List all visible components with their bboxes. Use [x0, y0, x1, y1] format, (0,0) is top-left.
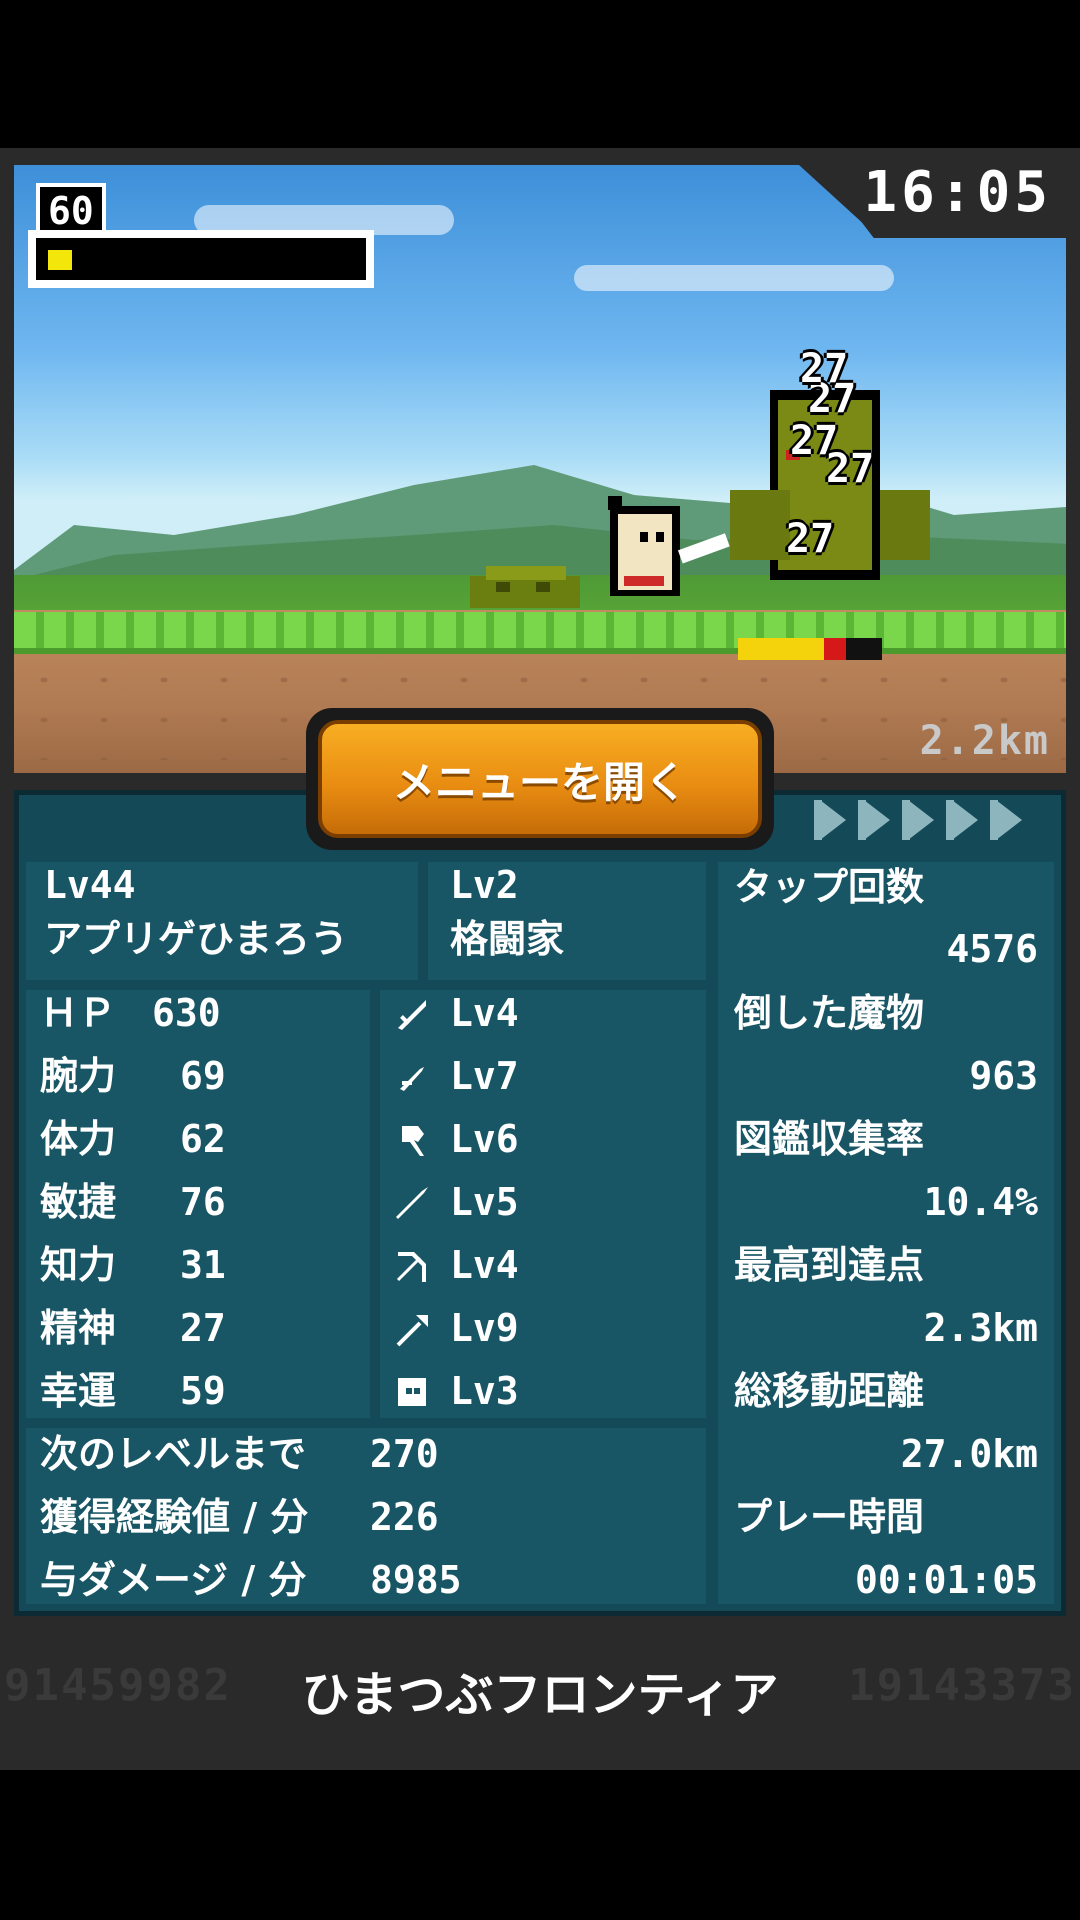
spear-icon: [396, 1187, 428, 1219]
records-cell: [718, 862, 1054, 1604]
stat-label: 敏捷: [40, 1180, 117, 1224]
game-title: ひまつぶフロンティア: [301, 1667, 779, 1723]
stat-label: 腕力: [40, 1054, 117, 1098]
grass-strip: [14, 612, 1066, 654]
record-value: 2.3km: [923, 1306, 1038, 1350]
record-label: タップ回数: [734, 865, 925, 909]
skill-level: Lv9: [450, 1306, 519, 1350]
record-value: 4576: [946, 927, 1038, 971]
progress-label: 獲得経験値 / 分: [40, 1495, 309, 1539]
speed-arrow-icon: [990, 800, 1022, 840]
job-level: Lv2: [450, 863, 519, 907]
record-value: 27.0km: [900, 1432, 1038, 1476]
record-label: 総移動距離: [734, 1369, 925, 1413]
stat-value: 76: [180, 1180, 226, 1224]
speed-arrow-icon: [814, 800, 846, 840]
stat-value: 59: [180, 1369, 226, 1413]
progress-value: 270: [370, 1432, 439, 1476]
staff-icon: [396, 1315, 428, 1347]
stat-value: 27: [180, 1306, 226, 1350]
stat-label: 精神: [40, 1306, 117, 1350]
record-value: 10.4%: [923, 1180, 1038, 1224]
damage-popup: 27: [800, 346, 849, 392]
hero-sprite: [608, 496, 730, 596]
skill-level: Lv4: [450, 991, 519, 1035]
job-name: 格闘家: [450, 917, 565, 961]
progress-gauge: [28, 230, 374, 288]
bow-icon: [396, 1252, 426, 1282]
record-label: 図鑑収集率: [734, 1117, 925, 1161]
damage-popup: 27: [826, 446, 875, 492]
stat-label: 体力: [40, 1117, 117, 1161]
character-name: アプリゲひまろう: [44, 917, 349, 961]
skill-level: Lv3: [450, 1369, 519, 1413]
axe-icon: [402, 1126, 424, 1156]
open-menu-button[interactable]: メニューを開く: [318, 720, 762, 838]
skill-level: Lv6: [450, 1117, 519, 1161]
record-label: 最高到達点: [734, 1243, 925, 1287]
game-speed-control[interactable]: [814, 800, 1022, 840]
stat-label: ＨＰ: [40, 991, 117, 1035]
hp-counter: 60: [36, 183, 106, 235]
record-label: プレー時間: [734, 1495, 925, 1539]
fist-icon: [398, 1378, 426, 1406]
skill-level: Lv7: [450, 1054, 519, 1098]
progress-label: 与ダメージ / 分: [40, 1558, 307, 1602]
slug-enemy-sprite: [470, 566, 580, 608]
gauge-fill: [48, 250, 72, 270]
progress-value: 226: [370, 1495, 439, 1539]
distance-readout: 2.2km: [919, 718, 1050, 764]
enemy-hp-bar: [738, 638, 882, 660]
skill-level: Lv4: [450, 1243, 519, 1287]
stat-value: 31: [180, 1243, 226, 1287]
stat-value: 69: [180, 1054, 226, 1098]
sword-icon: [398, 1000, 426, 1030]
stat-label: 知力: [40, 1243, 117, 1287]
progress-label: 次のレベルまで: [40, 1432, 307, 1476]
record-value: 963: [969, 1054, 1038, 1098]
dagger-icon: [400, 1067, 424, 1091]
stat-value: 62: [180, 1117, 226, 1161]
record-label: 倒した魔物: [734, 991, 925, 1035]
progress-value: 8985: [370, 1558, 462, 1602]
speed-arrow-icon: [902, 800, 934, 840]
record-value: 00:01:05: [854, 1558, 1038, 1602]
speed-arrow-icon: [946, 800, 978, 840]
character-level: Lv44: [44, 863, 136, 907]
damage-popup: 27: [786, 516, 835, 562]
game-clock: 16:05: [863, 160, 1052, 225]
stat-label: 幸運: [40, 1369, 117, 1413]
skill-level: Lv5: [450, 1180, 519, 1224]
speed-arrow-icon: [858, 800, 890, 840]
stat-value: 630: [152, 991, 221, 1035]
